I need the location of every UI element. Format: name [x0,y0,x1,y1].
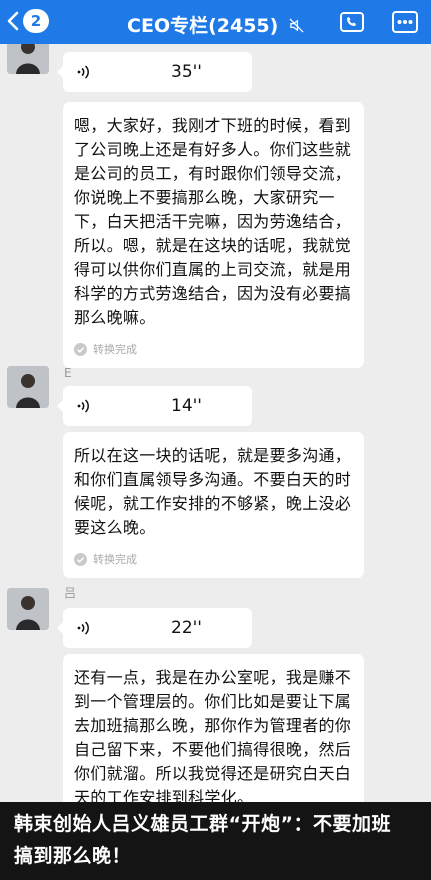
transcript-status: 转换完成 [74,330,353,368]
sender-name: E [64,366,72,380]
voice-message[interactable]: 35'' [57,52,252,92]
voice-transcript[interactable]: 还有一点，我是在办公室呢，我是赚不到一个管理层的。你们比如是要让下属去加班搞那么… [63,654,364,802]
voice-duration: 22'' [171,618,202,638]
chat-header: 2 CEO专栏(2455) [0,0,431,44]
avatar-photo [7,588,49,630]
transcript-text: 所以在这一块的话呢，就是要多沟通，和你们直属领导多沟通。不要白天的时候呢，就工作… [74,446,352,537]
avatar-photo [7,366,49,408]
caption-line-1: 韩束创始人吕义雄员工群“开炮”：不要加班 [14,813,391,835]
transcript-status: 转换完成 [74,540,353,578]
sender-avatar[interactable] [7,44,49,74]
voice-call-icon[interactable] [340,11,364,33]
voice-transcript[interactable]: 所以在这一块的话呢，就是要多沟通，和你们直属领导多沟通。不要白天的时候呢，就工作… [63,432,364,578]
group-title-text: CEO专栏(2455) [127,15,279,37]
voice-duration: 14'' [171,396,202,416]
voice-transcript[interactable]: 嗯，大家好，我刚才下班的时候，看到了公司晚上还是有好多人。你们这些就是公司的员工… [63,102,364,368]
voice-duration: 35'' [171,62,202,82]
transcript-status-label: 转换完成 [93,343,137,356]
group-title: CEO专栏(2455) [0,11,431,38]
sender-name: 吕 [64,586,77,600]
voice-message[interactable]: 14'' [57,386,252,426]
caption-line-2: 搞到那么晚！ [14,845,132,867]
sender-avatar[interactable] [7,366,49,408]
avatar-photo [7,44,49,74]
transcript-status-label: 转换完成 [93,553,137,566]
check-circle-icon [74,552,87,566]
transcript-text: 嗯，大家好，我刚才下班的时候，看到了公司晚上还是有好多人。你们这些就是公司的员工… [74,116,352,327]
check-circle-icon [74,342,87,356]
mute-icon [289,18,304,33]
voice-message[interactable]: 22'' [57,608,252,648]
transcript-text: 还有一点，我是在办公室呢，我是赚不到一个管理层的。你们比如是要让下属去加班搞那么… [74,668,352,802]
sender-avatar[interactable] [7,588,49,630]
news-caption: 韩束创始人吕义雄员工群“开炮”：不要加班 搞到那么晚！ [0,802,431,880]
chat-messages[interactable]: 35'' 嗯，大家好，我刚才下班的时候，看到了公司晚上还是有好多人。你们这些就是… [0,44,431,802]
more-icon[interactable] [392,11,418,33]
